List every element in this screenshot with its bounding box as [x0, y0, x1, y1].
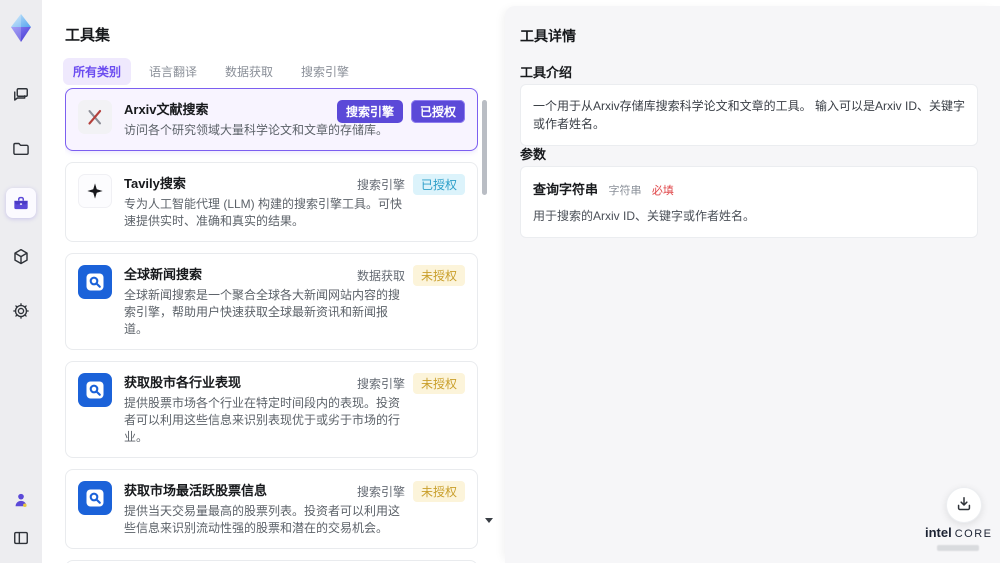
collapse-panel-icon[interactable]: [6, 523, 36, 553]
cube-icon[interactable]: [6, 242, 36, 272]
intro-text: 一个用于从Arxiv存储库搜索科学论文和文章的工具。 输入可以是Arxiv ID…: [533, 99, 966, 131]
tool-list: Arxiv文献搜索 访问各个研究领域大量科学论文和文章的存储库。 搜索引擎 已授…: [65, 88, 478, 563]
category-badge: 数据获取: [356, 269, 405, 283]
intel-core-logo: intel CORE: [925, 524, 991, 551]
required-badge: 必填: [651, 185, 674, 197]
page-title: 工具集: [65, 27, 111, 44]
tool-badges: 搜索引擎 已授权: [357, 174, 465, 195]
tool-description: 提供当天交易量最高的股票列表。投资者可以利用这些信息来识别流动性强的股票和潜在的…: [124, 504, 401, 535]
tool-card[interactable]: 获取股市各行业表现 提供股票市场各个行业在特定时间段内的表现。投资者可以利用这些…: [65, 361, 478, 458]
auth-status-badge: 已授权: [412, 174, 465, 195]
toolbox-icon[interactable]: [6, 188, 36, 218]
tool-badges: 搜索引擎 已授权: [336, 100, 465, 123]
category-tab[interactable]: 所有类别: [63, 58, 132, 85]
tool-badges: 搜索引擎 未授权: [357, 481, 465, 502]
tool-card[interactable]: 获取市场最活跃股票信息 提供当天交易量最高的股票列表。投资者可以利用这些信息来识…: [65, 469, 478, 549]
folder-icon[interactable]: [6, 134, 36, 164]
tool-badges: 数据获取 未授权: [357, 265, 465, 286]
details-title: 工具详情: [520, 28, 576, 44]
category-badge: 搜索引擎: [356, 377, 405, 391]
tool-icon: [78, 373, 112, 407]
category-tab[interactable]: 搜索引擎: [291, 58, 359, 85]
tool-description: 专为人工智能代理 (LLM) 构建的搜索引擎工具。可快速提供实时、准确和真实的结…: [124, 197, 403, 228]
intro-heading: 工具介绍: [520, 65, 573, 80]
download-icon: [954, 494, 974, 517]
category-badge: 搜索引擎: [336, 100, 403, 123]
list-scrollbar[interactable]: [482, 88, 487, 563]
user-icon[interactable]: [6, 485, 36, 515]
category-badge: 搜索引擎: [356, 485, 405, 499]
tool-icon: [78, 481, 112, 515]
tool-badges: 搜索引擎 未授权: [357, 373, 465, 394]
parameter-name-row: 查询字符串 字符串 必填: [533, 179, 965, 199]
parameter-item: 查询字符串 字符串 必填 用于搜索的Arxiv ID、关键字或作者姓名。: [520, 166, 978, 238]
category-badge: 搜索引擎: [356, 178, 405, 192]
params-heading: 参数: [520, 147, 547, 162]
sidebar: [0, 0, 42, 563]
download-button[interactable]: [946, 487, 982, 523]
intro-box: 一个用于从Arxiv存储库搜索科学论文和文章的工具。 输入可以是Arxiv ID…: [520, 84, 978, 146]
intel-wordmark: intel: [925, 525, 952, 540]
scrollbar-thumb[interactable]: [482, 100, 487, 195]
core-wordmark: CORE: [954, 528, 993, 540]
auth-status-badge: 未授权: [412, 481, 465, 502]
intel-sub-mark: [937, 545, 979, 551]
category-tabs: 所有类别 语言翻译 数据获取 搜索引擎: [63, 58, 359, 85]
tool-card[interactable]: 全球新闻搜索 全球新闻搜索是一个聚合全球各大新闻网站内容的搜索引擎，帮助用户快速…: [65, 253, 478, 350]
tool-icon: [78, 100, 112, 134]
category-tab[interactable]: 语言翻译: [139, 58, 207, 85]
tools-panel: 工具集 所有类别 语言翻译 数据获取 搜索引擎 Arxiv文献搜索 访问各个研究领域大…: [42, 0, 500, 563]
category-tab[interactable]: 数据获取: [215, 58, 283, 85]
tool-card[interactable]: Arxiv文献搜索 访问各个研究领域大量科学论文和文章的存储库。 搜索引擎 已授…: [65, 88, 478, 151]
scroll-down-caret[interactable]: [485, 518, 493, 523]
sidebar-nav: [0, 80, 42, 326]
tool-description: 全球新闻搜索是一个聚合全球各大新闻网站内容的搜索引擎，帮助用户快速获取全球最新资…: [124, 288, 401, 336]
app-logo: [7, 12, 35, 44]
parameter-type: 字符串: [608, 185, 642, 197]
chat-icon[interactable]: [6, 80, 36, 110]
settings-gear-icon[interactable]: [6, 296, 36, 326]
tool-description: 访问各个研究领域大量科学论文和文章的存储库。: [124, 123, 389, 137]
tool-icon: [78, 265, 112, 299]
auth-status-badge: 未授权: [412, 373, 465, 394]
auth-status-badge: 已授权: [410, 100, 465, 123]
parameter-name: 查询字符串: [533, 182, 599, 197]
auth-status-badge: 未授权: [412, 265, 465, 286]
tool-description: 提供股票市场各个行业在特定时间段内的表现。投资者可以利用这些信息来识别表现优于或…: [124, 396, 401, 444]
sidebar-bottom: [0, 485, 42, 553]
parameter-description: 用于搜索的Arxiv ID、关键字或作者姓名。: [533, 209, 756, 223]
tool-details-panel: 工具详情 工具介绍 一个用于从Arxiv存储库搜索科学论文和文章的工具。 输入可…: [505, 6, 1000, 563]
tool-icon: [78, 174, 112, 208]
tool-card[interactable]: Tavily搜索 专为人工智能代理 (LLM) 构建的搜索引擎工具。可快速提供实…: [65, 162, 478, 242]
